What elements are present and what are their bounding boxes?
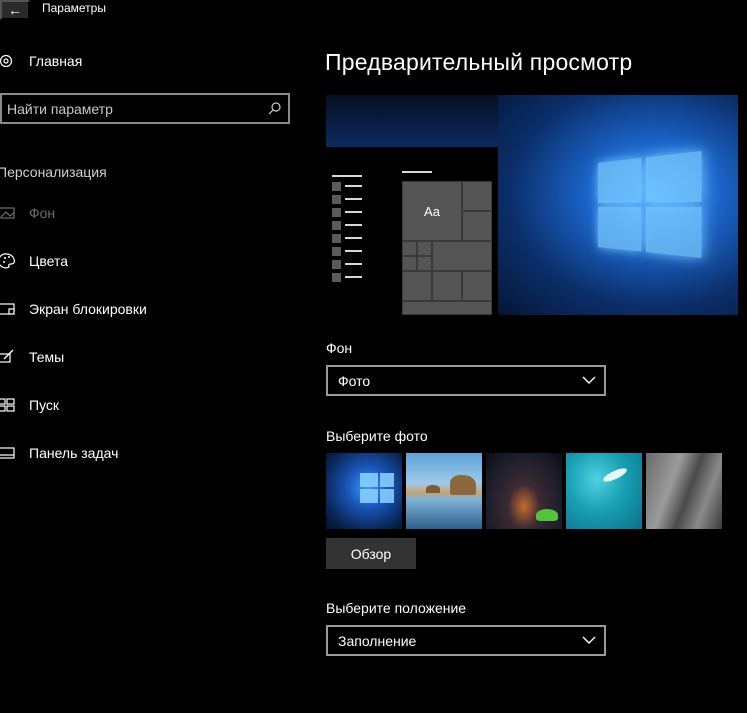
sidebar-item-taskbar[interactable]: Панель задач	[0, 438, 300, 468]
background-label: Фон	[326, 340, 353, 356]
desktop-preview: Aa	[326, 95, 738, 315]
position-dropdown[interactable]: Заполнение	[326, 625, 606, 656]
sidebar-item-label: Пуск	[29, 397, 60, 413]
sidebar-item-start[interactable]: Пуск	[0, 390, 300, 420]
section-title-personalization: Персонализация	[0, 164, 107, 180]
sidebar-item-themes[interactable]: Темы	[0, 342, 300, 372]
photo-thumbnail-cliff[interactable]	[646, 453, 722, 529]
sidebar-item-label: Экран блокировки	[29, 301, 147, 317]
sidebar-home[interactable]: Главная	[0, 45, 300, 75]
position-dropdown-value: Заполнение	[338, 633, 417, 649]
photo-thumbnail-underwater[interactable]	[566, 453, 642, 529]
search-input[interactable]	[7, 99, 257, 119]
taskbar-icon	[0, 447, 15, 459]
lock-screen-icon	[0, 303, 15, 315]
gear-icon	[0, 54, 13, 68]
sidebar-item-colors[interactable]: Цвета	[0, 246, 300, 276]
sidebar-item-label: Цвета	[29, 253, 68, 269]
title-bar: ← Параметры	[0, 0, 747, 20]
back-arrow-icon: ←	[8, 2, 22, 18]
photo-thumbnail-night-sky[interactable]	[486, 453, 562, 529]
windows-logo-glow	[598, 150, 707, 264]
page-title: Предварительный просмотр	[325, 49, 633, 75]
picture-icon	[0, 207, 15, 219]
sidebar-item-label: Темы	[29, 349, 65, 365]
sidebar-item-label: Фон	[29, 205, 56, 221]
search-icon[interactable]	[268, 101, 282, 115]
sidebar-item-background[interactable]: Фон	[0, 198, 300, 228]
app-title: Параметры	[42, 1, 106, 15]
home-label: Главная	[29, 53, 83, 69]
start-icon	[0, 398, 15, 412]
preview-start-menu: Aa	[326, 147, 498, 315]
position-label: Выберите положение	[326, 600, 467, 616]
photo-thumbnail-coast[interactable]	[406, 453, 482, 529]
photo-thumbnail-windows[interactable]	[326, 453, 402, 529]
sidebar-item-label: Панель задач	[29, 445, 119, 461]
background-dropdown[interactable]: Фото	[326, 365, 606, 396]
chevron-down-icon	[582, 636, 596, 644]
browse-button[interactable]: Обзор	[326, 538, 416, 569]
back-button[interactable]: ←	[0, 0, 30, 20]
sidebar-item-lock-screen[interactable]: Экран блокировки	[0, 294, 300, 324]
preview-tile-text: Aa	[402, 181, 462, 241]
chevron-down-icon	[582, 376, 596, 384]
palette-icon	[0, 253, 15, 269]
choose-photo-label: Выберите фото	[326, 428, 428, 444]
preview-tiles: Aa	[402, 181, 492, 315]
search-box[interactable]	[0, 93, 290, 124]
background-dropdown-value: Фото	[338, 373, 371, 389]
brush-icon	[0, 349, 14, 363]
